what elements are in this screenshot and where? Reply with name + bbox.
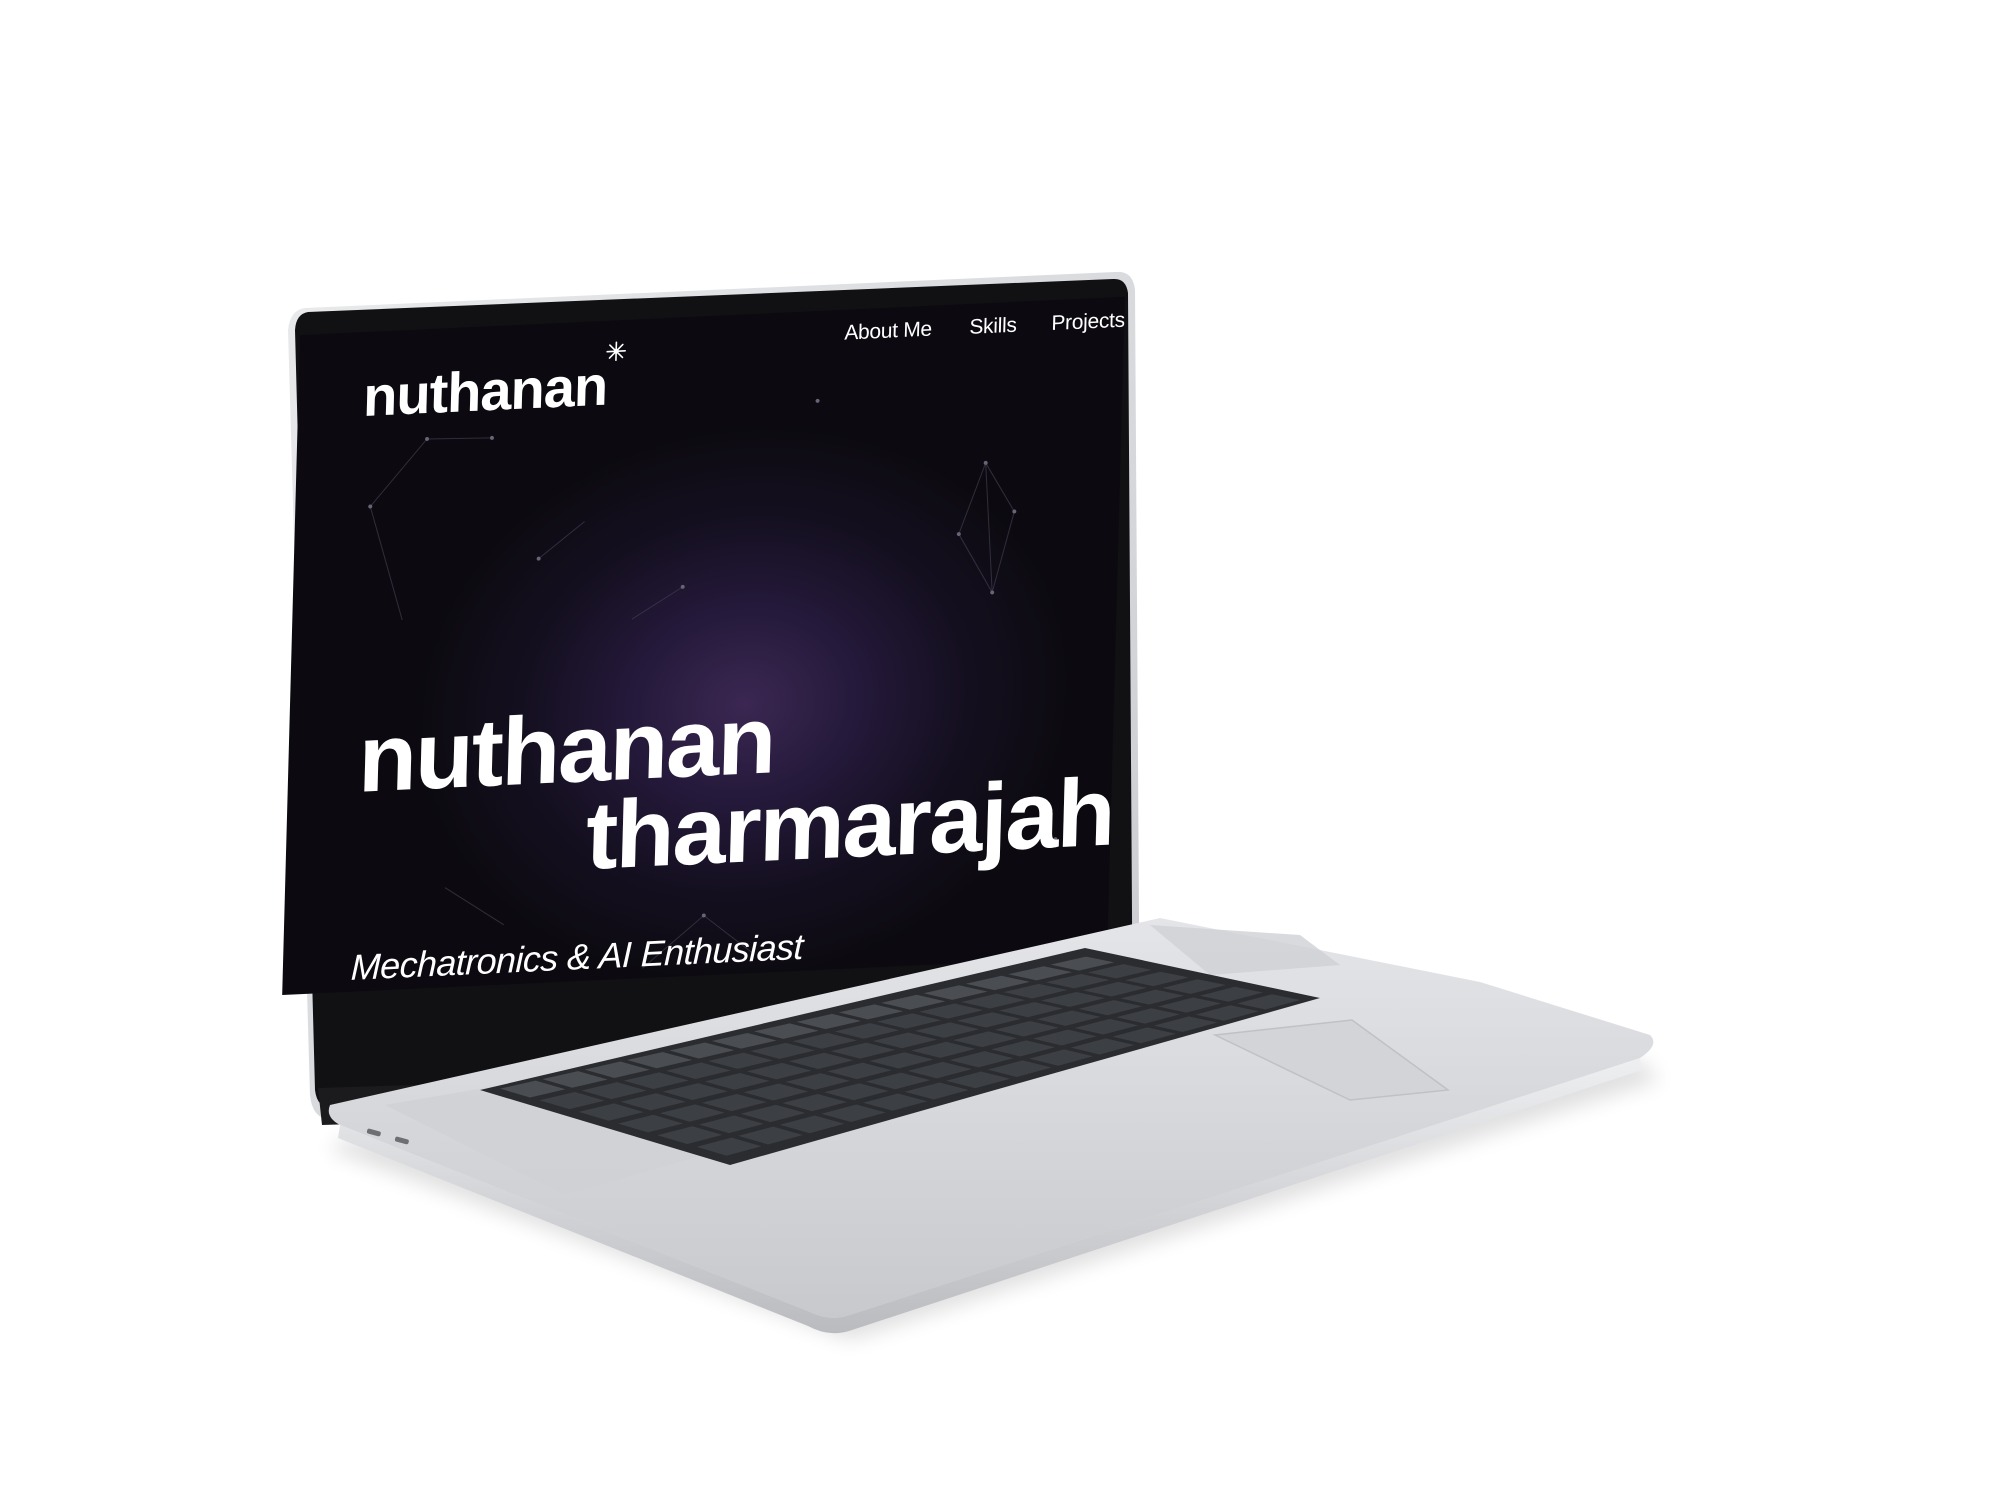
laptop-mockup-scene: nuthanan About Me Skills Projects nuthan… — [0, 0, 2000, 1500]
laptop-base — [328, 918, 1660, 1340]
